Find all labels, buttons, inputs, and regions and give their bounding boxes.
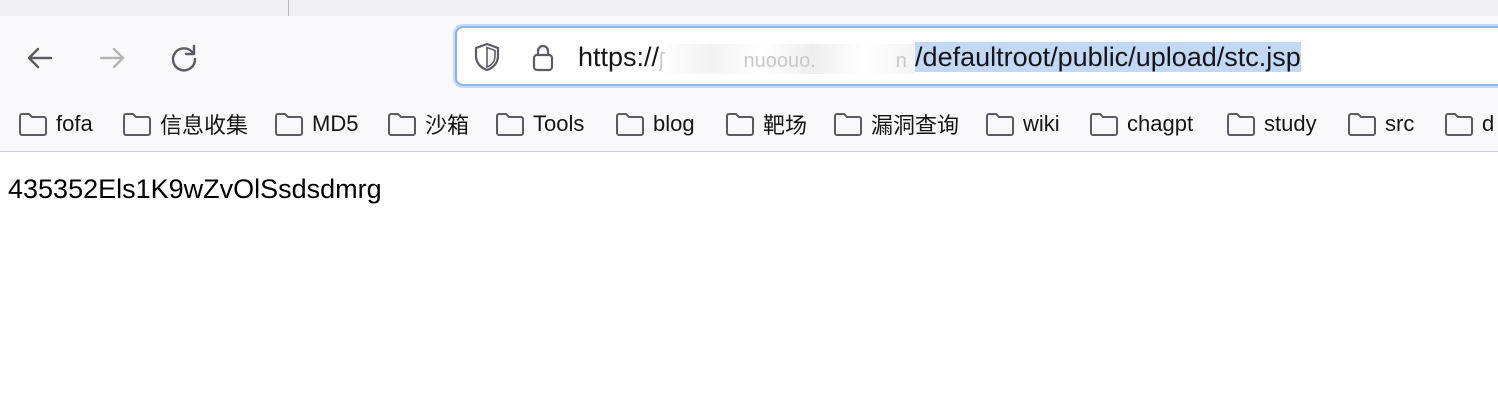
tab-separator [288,0,289,16]
redacted-host: ʃ nuoouo. n [659,43,916,74]
url-scheme: https:// [578,42,660,72]
folder-icon [388,113,416,136]
folder-icon [19,113,47,136]
bookmark-folder-study[interactable]: study [1226,108,1317,140]
folder-icon [616,113,644,136]
bookmark-label: d [1482,111,1495,136]
bookmark-folder-blog[interactable]: blog [615,108,695,140]
bookmark-folder-fofa[interactable]: fofa [18,108,93,140]
folder-icon [726,113,754,136]
bookmark-folder-range[interactable]: 靶场 [725,108,807,140]
bookmark-folder-tools[interactable]: Tools [495,108,584,140]
bookmark-label: 沙箱 [425,113,470,138]
folder-icon [986,113,1014,136]
bookmark-folder-info[interactable]: 信息收集 [122,108,248,140]
address-bar[interactable]: https://ʃ nuoouo. n/defaultroot/public/u… [455,26,1498,86]
bookmarks-toolbar: fofa 信息收集 MD5 沙箱 Tools blog 靶场 漏洞查询 wiki… [0,98,1498,152]
bookmark-folder-vuln-lookup[interactable]: 漏洞查询 [833,108,959,140]
tab-strip [0,0,1498,16]
folder-icon [1227,113,1255,136]
bookmark-label: fofa [56,111,93,136]
folder-icon [496,113,524,136]
folder-icon [1348,113,1376,136]
folder-icon [275,113,303,136]
bookmark-label: chagpt [1127,111,1194,136]
url-text[interactable]: https://ʃ nuoouo. n/defaultroot/public/u… [578,40,1301,74]
folder-icon [1445,113,1473,136]
bookmark-label: blog [653,111,695,136]
bookmark-label: 靶场 [763,113,808,138]
bookmark-folder-sandbox[interactable]: 沙箱 [387,108,469,140]
bookmark-label: MD5 [312,111,359,136]
bookmark-folder-src[interactable]: src [1347,108,1414,140]
folder-icon [1090,113,1118,136]
bookmark-folder-wiki[interactable]: wiki [985,108,1060,140]
navigation-toolbar: https://ʃ nuoouo. n/defaultroot/public/u… [0,16,1498,98]
arrow-left-icon [27,47,53,69]
bookmark-label: Tools [533,111,585,136]
back-button[interactable] [18,36,62,80]
bookmark-label: wiki [1023,111,1060,136]
bookmark-label: study [1264,111,1317,136]
url-path-selected: /defaultroot/public/upload/stc.jsp [915,42,1301,72]
bookmark-folder-chagpt[interactable]: chagpt [1089,108,1193,140]
bookmark-label: 信息收集 [160,113,249,138]
arrow-right-icon [99,47,125,69]
bookmark-folder-d[interactable]: d [1444,108,1494,140]
bookmark-label: 漏洞查询 [871,113,960,138]
forward-button[interactable] [90,36,134,80]
folder-icon [123,113,151,136]
lock-icon[interactable] [527,41,559,73]
reload-icon [171,44,197,72]
page-body-text: 435352Els1K9wZvOlSsdsdmrg [8,174,382,204]
shield-icon[interactable] [471,41,503,73]
bookmark-label: src [1385,111,1415,136]
bookmark-folder-md5[interactable]: MD5 [274,108,358,140]
folder-icon [834,113,862,136]
reload-button[interactable] [162,36,206,80]
